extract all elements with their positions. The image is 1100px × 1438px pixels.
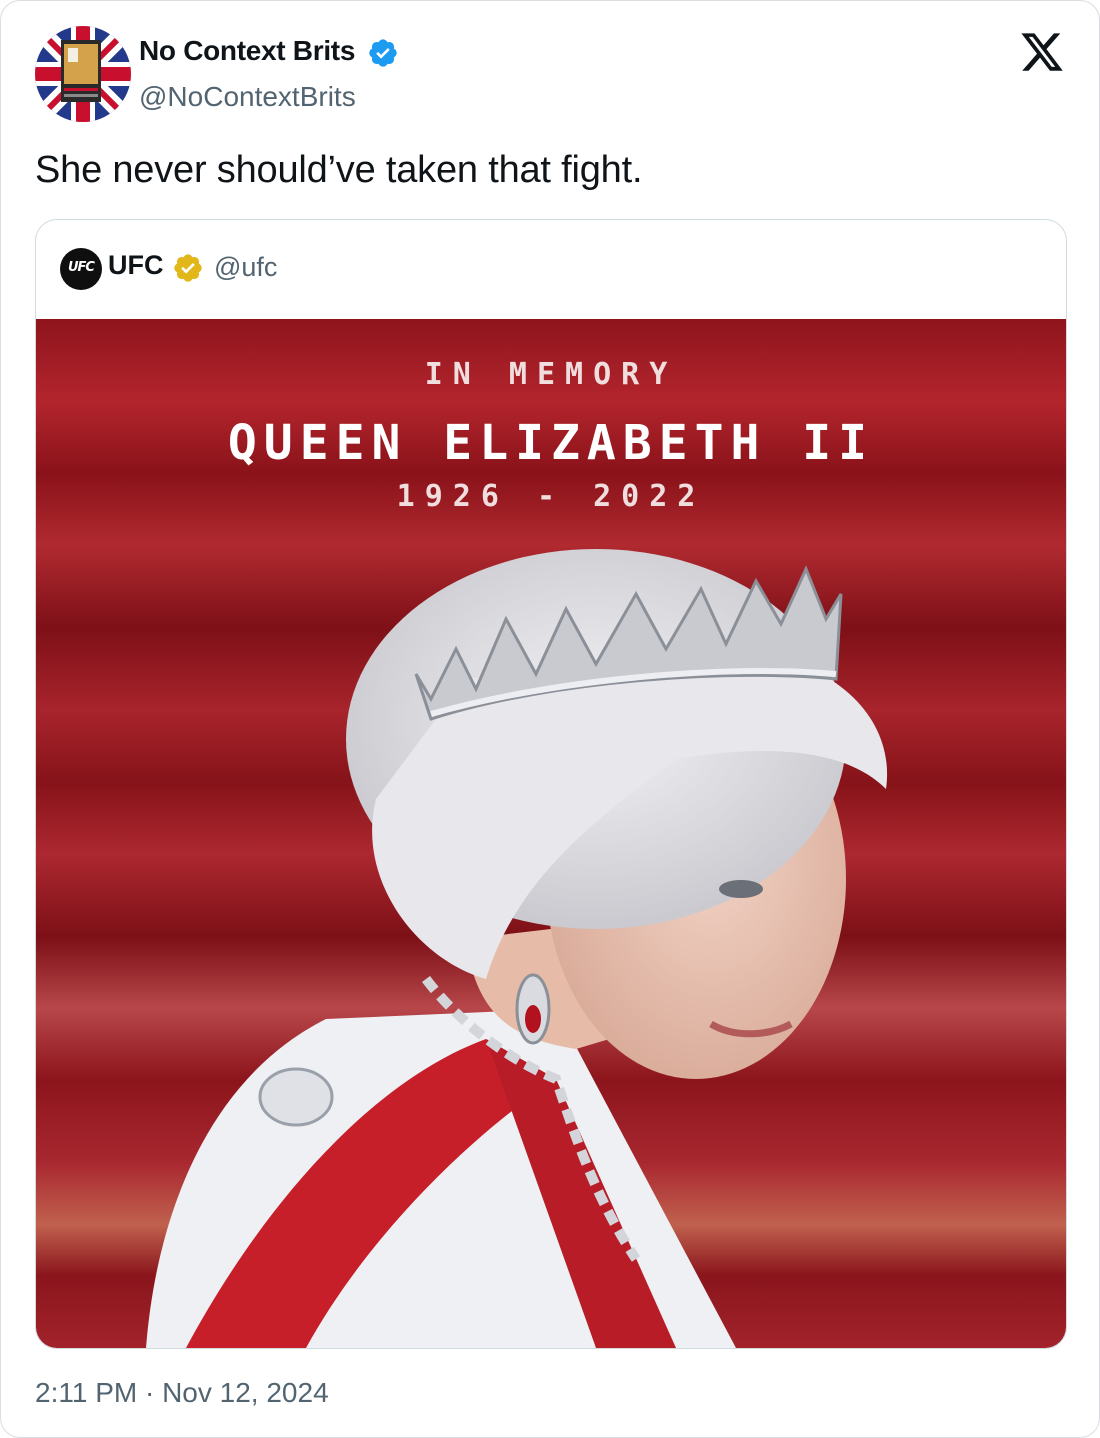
media-caption-years: 1926 - 2022: [396, 479, 706, 514]
quoted-author-name[interactable]: UFC: [108, 250, 164, 281]
author-avatar[interactable]: [35, 26, 131, 122]
author-name[interactable]: No Context Brits: [139, 35, 355, 67]
media-caption-name: QUEEN ELIZABETH II: [227, 415, 875, 471]
tweet-timestamp[interactable]: 2:11 PM · Nov 12, 2024: [35, 1377, 329, 1409]
union-jack-avatar-image: [35, 26, 131, 122]
media-caption-in-memory: IN MEMORY: [424, 357, 678, 392]
quoted-media-image[interactable]: IN MEMORY QUEEN ELIZABETH II 1926 - 2022: [36, 319, 1066, 1348]
author-handle[interactable]: @NoContextBrits: [139, 81, 356, 113]
ufc-avatar-text: UFC: [68, 260, 95, 275]
verified-badge-icon: [174, 254, 202, 282]
x-logo-icon[interactable]: [1019, 29, 1065, 75]
memorial-photo: [36, 319, 1066, 1348]
quoted-tweet[interactable]: UFC UFC @ufc IN MEMORY QUEEN ELIZABETH I…: [35, 219, 1067, 1349]
verified-badge-icon: [369, 39, 397, 67]
tweet-card: No Context Brits @NoContextBrits She nev…: [0, 0, 1100, 1438]
quoted-author-handle[interactable]: @ufc: [214, 252, 277, 283]
ufc-avatar[interactable]: UFC: [60, 248, 102, 290]
tweet-text: She never should’ve taken that fight.: [35, 149, 643, 191]
